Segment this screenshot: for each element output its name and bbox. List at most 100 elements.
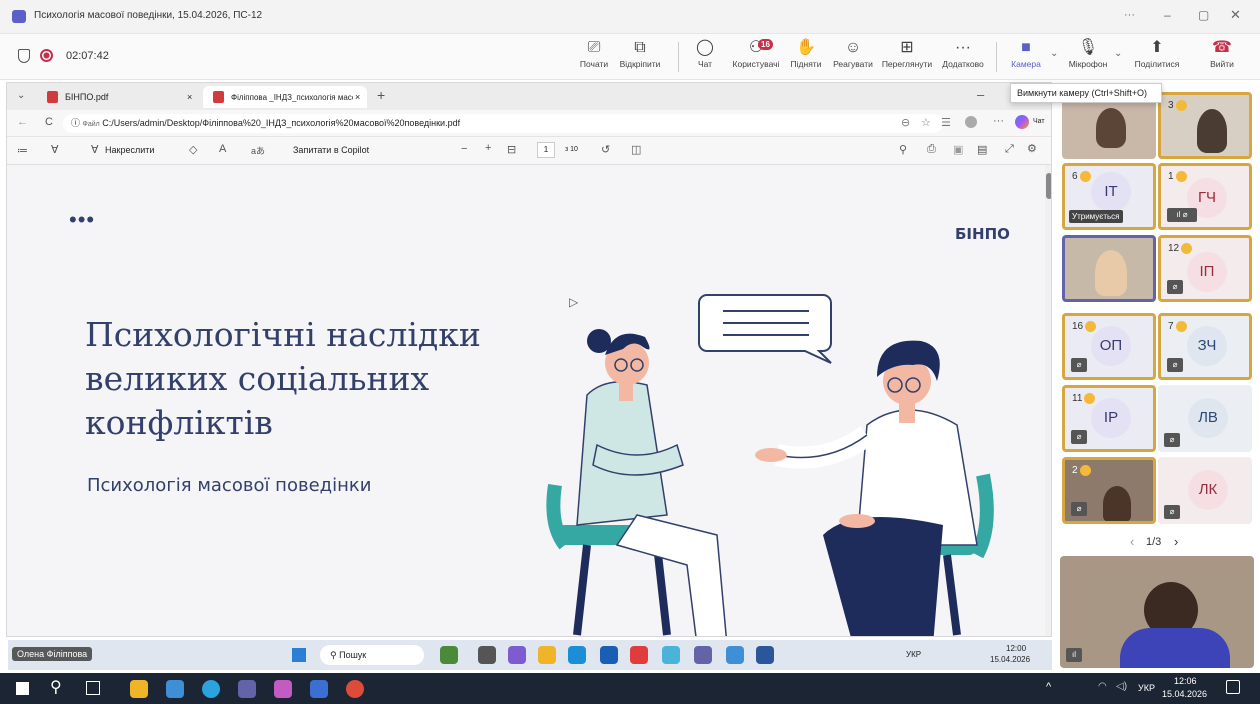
popout-button[interactable]: ⧉ Відкріпити	[616, 37, 664, 69]
network-app-icon[interactable]	[166, 680, 184, 698]
scroll-thumb[interactable]	[1046, 173, 1051, 199]
draw-icon[interactable]: ∀	[91, 143, 99, 156]
app-icon[interactable]	[310, 680, 328, 698]
mic-muted-icon: ⌀	[1071, 430, 1087, 444]
gallery-prev-icon[interactable]: ‹	[1130, 534, 1134, 549]
fit-page-icon[interactable]: ⊟	[507, 143, 516, 156]
participant-tile[interactable]: ЛВ ⌀	[1158, 385, 1252, 452]
app-icon[interactable]	[274, 680, 292, 698]
save-icon[interactable]: ▣	[953, 143, 963, 156]
view-button[interactable]: ⊞ Переглянути	[878, 37, 936, 69]
tab-binpo-pdf[interactable]: БІНПО.pdf ×	[37, 86, 197, 108]
zoom-out-icon[interactable]: −	[461, 143, 467, 155]
refresh-icon[interactable]: C	[45, 116, 53, 128]
gallery-next-icon[interactable]: ›	[1174, 534, 1178, 549]
window-title: Психологія масової поведінки, 15.04.2026…	[34, 10, 263, 21]
copilot-ask-label[interactable]: Запитати в Copilot	[293, 145, 369, 155]
browser-minimize-button[interactable]: –	[977, 87, 984, 102]
participant-tile[interactable]: 7 ЗЧ ⌀	[1158, 313, 1252, 380]
search-icon[interactable]: ⚲	[50, 677, 62, 697]
avatar: ІР	[1091, 398, 1131, 438]
participant-tile[interactable]: ЛК ⌀	[1158, 457, 1252, 524]
camera-button[interactable]: ■ Камера	[1004, 37, 1048, 69]
zoom-in-icon[interactable]: +	[485, 142, 491, 154]
collections-icon[interactable]: ☰	[941, 116, 951, 129]
people-button[interactable]: ⚇ Користувачі 16	[728, 37, 784, 69]
back-icon[interactable]: ←	[17, 116, 28, 128]
pdf-toolbar: ≔ ∀ ∀ Накреслити ◇ A aあ Запитати в Copil…	[7, 137, 1051, 165]
tray-chevron-icon[interactable]: ^	[1046, 681, 1051, 693]
tab-actions-chevron-icon[interactable]: ⌄	[17, 90, 25, 101]
more-button[interactable]: ··· Додатково	[938, 37, 988, 69]
eraser-icon[interactable]: ◇	[189, 143, 197, 156]
explorer-icon[interactable]	[130, 680, 148, 698]
mic-options-chevron-icon[interactable]: ⌄	[1114, 48, 1122, 59]
participant-tile[interactable]: 6 ІТ Утримується	[1062, 163, 1156, 230]
chat-button[interactable]: ◯ Чат	[690, 37, 720, 69]
zoom-icon[interactable]: ⊖	[901, 116, 910, 129]
taskbar-lang[interactable]: УКР	[1138, 683, 1155, 693]
maximize-button[interactable]: ▢	[1198, 8, 1209, 22]
raise-hand-button[interactable]: ✋ Підняти	[788, 37, 824, 69]
participant-tile[interactable]: 11 ІР ⌀	[1062, 385, 1156, 452]
read-aloud-icon[interactable]: aあ	[251, 144, 265, 157]
mic-muted-icon: ⌀	[1164, 505, 1180, 519]
draw-label[interactable]: Накреслити	[105, 145, 154, 155]
participant-tile[interactable]: 3	[1158, 92, 1252, 159]
pdf-settings-icon[interactable]: ⚙	[1027, 142, 1037, 155]
present-icon: ⎚	[587, 39, 601, 56]
app-icon	[478, 646, 496, 664]
participant-tile[interactable]: 1 ГЧ ıl ⌀	[1158, 163, 1252, 230]
minimize-button[interactable]: –	[1164, 8, 1171, 22]
present-button[interactable]: ⎚ Почати	[574, 37, 614, 69]
browser-tab-strip: ⌄ БІНПО.pdf × Філіппова _ІНДЗ_психологія…	[7, 83, 1051, 110]
taskbar-date[interactable]: 15.04.2026	[1162, 689, 1207, 699]
leave-button[interactable]: ☎ Вийти	[1204, 37, 1240, 69]
mic-button[interactable]: 🎙 Мікрофон	[1066, 37, 1110, 69]
slide-subtitle: Психологія масової поведінки	[87, 475, 372, 496]
window-more-button[interactable]: ···	[1124, 9, 1135, 21]
participant-tile[interactable]	[1062, 235, 1156, 302]
teams-icon[interactable]	[238, 680, 256, 698]
raised-hand: 2	[1072, 465, 1091, 476]
participant-tile[interactable]: 12 ІП ⌀	[1158, 235, 1252, 302]
filter-icon[interactable]: ∀	[51, 143, 59, 156]
tab-close-icon[interactable]: ×	[187, 86, 192, 108]
save-as-icon[interactable]: ▤	[977, 143, 987, 156]
pdf-search-icon[interactable]: ⚲	[899, 143, 907, 156]
copilot-chat-label[interactable]: Чат	[1033, 118, 1045, 125]
participant-tile[interactable]: 16 ОП ⌀	[1062, 313, 1156, 380]
url-field[interactable]: ⓘ Файл C:/Users/admin/Desktop/Філіппова%…	[63, 114, 943, 133]
favorite-icon[interactable]: ☆	[921, 116, 931, 129]
print-icon[interactable]: ⎙	[927, 143, 936, 156]
taskbar-time[interactable]: 12:06	[1174, 676, 1197, 686]
self-video-tile[interactable]: ıl	[1060, 556, 1254, 668]
camera-options-chevron-icon[interactable]: ⌄	[1050, 48, 1058, 59]
page-view-icon[interactable]: ◫	[631, 143, 641, 156]
task-view-icon[interactable]	[86, 681, 100, 695]
fullscreen-icon[interactable]: ⤢	[1005, 143, 1014, 156]
close-button[interactable]: ✕	[1230, 7, 1241, 23]
telegram-icon[interactable]	[202, 680, 220, 698]
rotate-icon[interactable]: ↺	[601, 143, 610, 156]
browser-more-icon[interactable]: ···	[993, 115, 1004, 127]
contents-icon[interactable]: ≔	[17, 144, 28, 157]
chrome-icon[interactable]	[346, 680, 364, 698]
windows-start-icon[interactable]	[16, 682, 29, 695]
copilot-icon[interactable]	[1015, 115, 1029, 129]
volume-icon[interactable]: ◁)	[1116, 681, 1127, 692]
pdf-scrollbar[interactable]	[1045, 165, 1051, 636]
share-button[interactable]: ⬆ Поділитися	[1130, 37, 1184, 69]
app-icon	[508, 646, 526, 664]
avatar: ЛВ	[1188, 398, 1228, 438]
notifications-icon[interactable]	[1226, 680, 1240, 694]
participant-tile[interactable]: 2 ⌀	[1062, 457, 1156, 524]
tab-filippova-pdf[interactable]: Філіппова _ІНДЗ_психологія масо ×	[203, 86, 367, 108]
shield-icon	[18, 49, 30, 63]
new-tab-icon[interactable]: +	[377, 87, 385, 103]
profile-icon[interactable]	[965, 116, 977, 128]
page-number-input[interactable]: 1	[537, 142, 555, 158]
react-button[interactable]: ☺ Реагувати	[830, 37, 876, 69]
text-size-icon[interactable]: A	[219, 143, 226, 155]
tab-close-icon[interactable]: ×	[353, 86, 361, 108]
